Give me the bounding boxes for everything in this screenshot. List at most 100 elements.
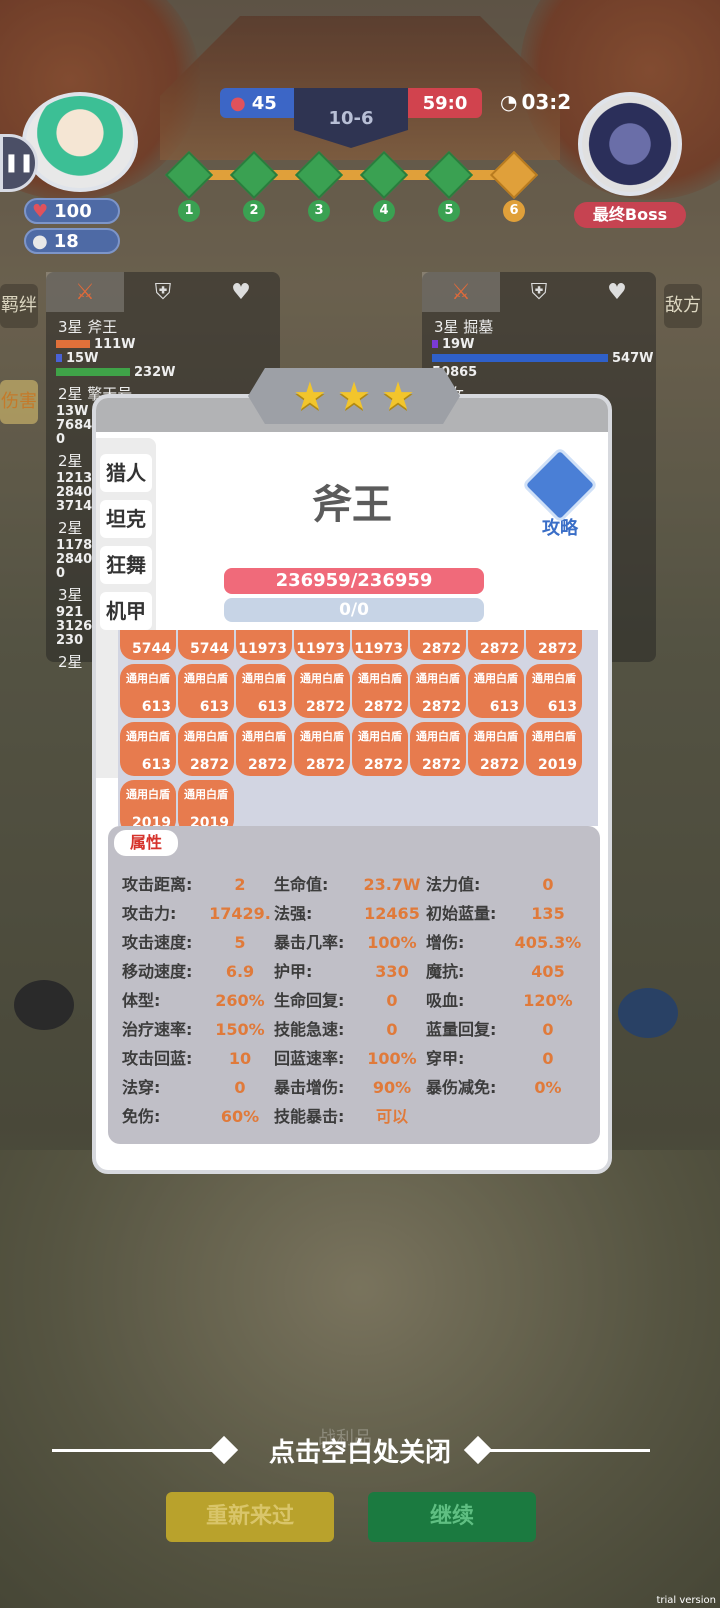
guide-button[interactable]: 攻略 [521,446,599,539]
attribute-label: 暴伤减免: [426,1078,497,1097]
buff-list[interactable]: 5744 5744 11973 11973 11973 2872 2872 2872 通用白盾 6… [118,630,598,826]
buff-value: 5744 [132,641,171,657]
buff-item[interactable]: 通用白盾 2872 [236,722,292,776]
attribute-label: 攻击力: [122,904,177,923]
buff-item[interactable]: 通用白盾 2872 [410,722,466,776]
attribute-value: 0% [534,1078,562,1097]
buff-item[interactable]: 通用白盾 2872 [178,722,234,776]
buff-value: 2872 [422,699,461,715]
buff-item[interactable]: 通用白盾 613 [468,664,524,718]
attribute-label: 增伤: [426,933,465,952]
stage-number: 5 [438,200,460,222]
stage-number: 1 [178,200,200,222]
enemy-tab[interactable]: 敌方 [664,284,702,328]
continue-button[interactable]: 继续 [368,1492,536,1542]
buff-value: 613 [141,699,171,715]
buff-name: 通用白盾 [126,672,170,685]
tab-defense[interactable]: ⛨ [500,272,578,312]
attribute-row: 攻击回蓝: 10 [122,1048,274,1070]
buff-value: 2872 [306,699,345,715]
bar-value: 7684 [56,417,93,433]
bar-value: 3126 [56,618,93,634]
buff-name: 通用白盾 [474,730,518,743]
attribute-row: 暴击增伤: 90% [274,1077,426,1099]
buff-item[interactable]: 11973 [294,630,350,660]
buff-item[interactable]: 通用白盾 2872 [410,664,466,718]
damage-bar-row: 15W [46,351,280,366]
shield-icon: ⛨ [154,279,172,305]
buff-item[interactable]: 通用白盾 613 [120,722,176,776]
trait-tab[interactable]: 机甲 [100,592,152,630]
attributes-tag: 属性 [114,830,178,856]
bar-value: 111W [94,336,136,352]
buff-name: 通用白盾 [242,730,286,743]
bond-tab[interactable]: 羁绊 [0,284,38,328]
attribute-value: 150% [215,1020,265,1039]
buff-item[interactable]: 通用白盾 2872 [294,722,350,776]
buff-item[interactable]: 5744 [178,630,234,660]
stage-number: 2 [243,200,265,222]
attribute-label: 移动速度: [122,962,193,981]
attribute-value: 17429. [209,904,271,923]
attribute-value: 0 [386,1020,398,1039]
buff-item[interactable]: 2872 [526,630,582,660]
attribute-label: 生命回复: [274,991,345,1010]
retry-button[interactable]: 重新来过 [166,1492,334,1542]
buff-item[interactable]: 通用白盾 2872 [468,722,524,776]
attribute-row: 法穿: 0 [122,1077,274,1099]
attribute-label: 攻击回蓝: [122,1049,193,1068]
buff-item[interactable]: 通用白盾 2019 [526,722,582,776]
buff-item[interactable]: 2872 [468,630,524,660]
buff-value: 5744 [190,641,229,657]
buff-item[interactable]: 通用白盾 2872 [352,722,408,776]
buff-item[interactable]: 通用白盾 2872 [352,664,408,718]
buff-value: 2872 [422,641,461,657]
buff-value: 2872 [422,757,461,773]
buff-item[interactable]: 通用白盾 2019 [120,780,176,826]
attribute-row: 暴伤减免: 0% [426,1077,586,1099]
damage-tab[interactable]: 伤害 [0,380,38,424]
graduation-cap-icon [521,446,599,524]
bar-value: 547W [612,350,654,366]
boss-avatar[interactable] [578,92,682,196]
attribute-label: 技能暴击: [274,1107,345,1126]
buff-item[interactable]: 5744 [120,630,176,660]
buff-name: 通用白盾 [242,672,286,685]
attribute-label: 穿甲: [426,1049,465,1068]
attribute-value: 5 [234,933,246,952]
pause-icon: ❚❚ [3,152,35,173]
tab-heal[interactable]: ♥ [578,272,656,312]
attribute-row: 蓝量回复: 0 [426,1019,586,1041]
buff-item[interactable]: 通用白盾 613 [526,664,582,718]
attribute-label: 初始蓝量: [426,904,497,923]
boss-label: 最终Boss [574,202,686,228]
buff-item[interactable]: 通用白盾 613 [178,664,234,718]
heart-icon: ♥ [32,200,49,222]
attribute-row: 生命值: 23.7W [274,874,426,896]
attribute-value: 135 [531,904,565,923]
attribute-row: 法力值: 0 [426,874,586,896]
tab-defense[interactable]: ⛨ [124,272,202,312]
bar-value: 0 [56,431,66,447]
attribute-label: 技能急速: [274,1020,345,1039]
buff-item[interactable]: 通用白盾 613 [236,664,292,718]
trait-tab[interactable]: 狂舞 [100,546,152,584]
buff-item[interactable]: 通用白盾 2019 [178,780,234,826]
tab-heal[interactable]: ♥ [202,272,280,312]
buff-item[interactable]: 通用白盾 2872 [294,664,350,718]
heart-icon: ♥ [607,279,627,305]
buff-value: 2872 [480,757,519,773]
hero-detail-modal[interactable]: 猎人 坦克 狂舞 机甲 斧王 攻略 236959/236959 0/0 5744… [92,394,612,1174]
buff-item[interactable]: 2872 [410,630,466,660]
buff-item[interactable]: 11973 [352,630,408,660]
buff-item[interactable]: 11973 [236,630,292,660]
buff-item[interactable]: 通用白盾 613 [120,664,176,718]
attribute-row: 免伤: 60% [122,1106,274,1128]
close-hint[interactable]: 点击空白处关闭 [0,1432,720,1469]
tab-damage[interactable]: ⚔ [422,272,500,312]
attribute-value: 120% [523,991,573,1010]
attribute-row: 回蓝速率: 100% [274,1048,426,1070]
player-avatar[interactable] [22,92,138,192]
tab-damage[interactable]: ⚔ [46,272,124,312]
clock-icon: ◔ [500,90,518,114]
